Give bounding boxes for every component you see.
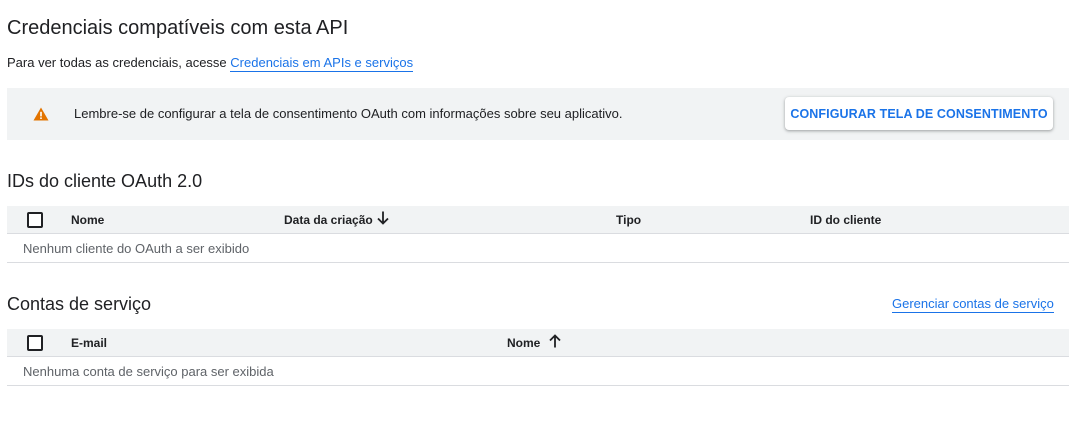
warning-icon [33,107,49,121]
banner-message: Lembre-se de configurar a tela de consen… [74,106,623,121]
service-empty-message: Nenhuma conta de serviço para ser exibid… [23,364,274,379]
credentials-link[interactable]: Credenciais em APIs e serviços [230,55,414,72]
page-subtitle: Para ver todas as credenciais, acesse Cr… [7,55,414,72]
subtitle-text: Para ver todas as credenciais, acesse [7,55,231,70]
column-header-type[interactable]: Tipo [616,213,641,227]
oauth-section-title: IDs do cliente OAuth 2.0 [7,171,203,191]
arrow-down-icon[interactable] [376,210,390,226]
oauth-table-header: Nome Data da criação Tipo ID do cliente [7,206,1069,234]
configure-consent-button[interactable]: CONFIGURAR TELA DE CONSENTIMENTO [785,97,1053,130]
select-all-oauth-checkbox[interactable] [27,212,43,228]
arrow-up-icon[interactable] [548,333,562,349]
page-title: Credenciais compatíveis com esta API [7,17,349,39]
manage-service-accounts-link[interactable]: Gerenciar contas de serviço [892,296,1054,313]
column-header-client-id[interactable]: ID do cliente [810,213,881,227]
service-empty-row: Nenhuma conta de serviço para ser exibid… [7,357,1069,386]
service-section-title: Contas de serviço [7,294,152,314]
service-table-header: E-mail Nome [7,329,1069,357]
column-header-name[interactable]: Nome [71,213,104,227]
select-all-service-checkbox[interactable] [27,335,43,351]
column-header-service-name[interactable]: Nome [507,336,540,350]
column-header-created[interactable]: Data da criação [284,213,373,227]
oauth-consent-banner: Lembre-se de configurar a tela de consen… [7,88,1069,140]
oauth-empty-row: Nenhum cliente do OAuth a ser exibido [7,234,1069,263]
column-header-email[interactable]: E-mail [71,336,107,350]
oauth-empty-message: Nenhum cliente do OAuth a ser exibido [23,241,250,256]
